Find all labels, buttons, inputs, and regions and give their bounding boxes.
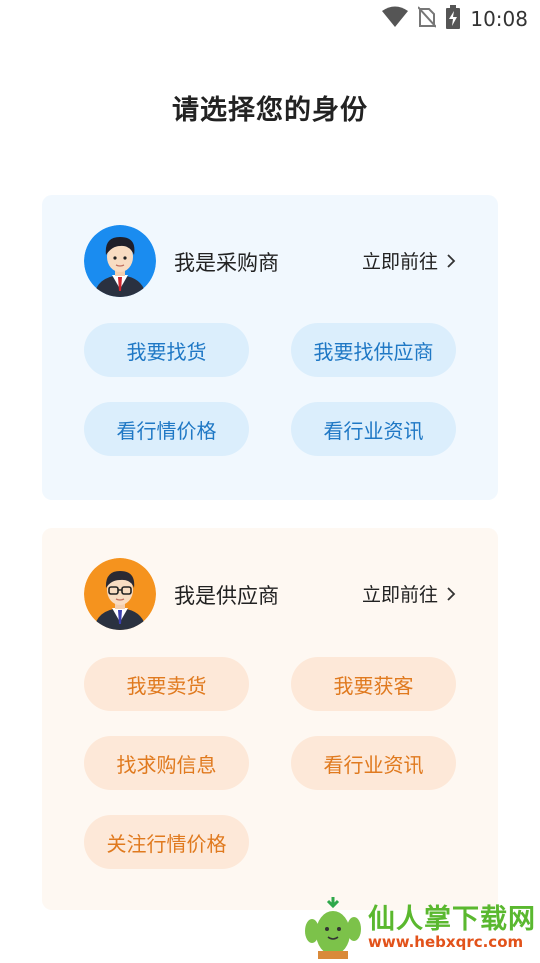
supplier-goto-label: 立即前往 xyxy=(361,584,438,606)
supplier-option-sell-goods[interactable]: 我要卖货 xyxy=(84,657,249,711)
cactus-logo-icon xyxy=(302,895,364,963)
buyer-avatar xyxy=(84,225,156,297)
buyer-option-find-supplier[interactable]: 我要找供应商 xyxy=(291,323,456,377)
status-bar: 10:08 xyxy=(0,0,540,38)
watermark-url: www.hebxqrc.com xyxy=(368,933,524,951)
supplier-goto-link[interactable]: 立即前往 xyxy=(362,580,456,607)
supplier-role-label: 我是供应商 xyxy=(174,584,279,608)
buyer-card[interactable]: 我是采购商 立即前往 我要找货 我要找供应商 看行情价格 看行业资讯 xyxy=(42,195,498,500)
buyer-goto-label: 立即前往 xyxy=(361,251,438,273)
page-title: 请选择您的身份 xyxy=(172,95,368,126)
chevron-right-icon xyxy=(447,253,456,268)
supplier-avatar xyxy=(84,558,156,630)
status-time: 10:08 xyxy=(470,7,528,31)
supplier-card[interactable]: 我是供应商 立即前往 我要卖货 我要获客 找求购信息 看行业资讯 关注行情价格 xyxy=(42,528,498,910)
buyer-goto-link[interactable]: 立即前往 xyxy=(362,247,456,274)
no-sim-icon xyxy=(417,6,438,32)
supplier-option-get-customers[interactable]: 我要获客 xyxy=(291,657,456,711)
supplier-option-find-purchase-info[interactable]: 找求购信息 xyxy=(84,736,249,790)
buyer-card-header[interactable]: 我是采购商 立即前往 xyxy=(84,225,456,299)
supplier-card-header[interactable]: 我是供应商 立即前往 xyxy=(84,558,456,632)
wifi-icon xyxy=(382,6,409,32)
battery-charging-icon xyxy=(446,5,461,33)
buyer-option-find-goods[interactable]: 我要找货 xyxy=(84,323,249,377)
watermark-name: 仙人掌下载网 xyxy=(368,904,536,935)
buyer-option-industry-news[interactable]: 看行业资讯 xyxy=(291,402,456,456)
buyer-role-label: 我是采购商 xyxy=(174,251,279,275)
supplier-option-industry-news[interactable]: 看行业资讯 xyxy=(291,736,456,790)
buyer-option-view-prices[interactable]: 看行情价格 xyxy=(84,402,249,456)
watermark: 仙人掌下载网 www.hebxqrc.com xyxy=(296,893,540,960)
chevron-right-icon xyxy=(447,586,456,601)
supplier-option-follow-prices[interactable]: 关注行情价格 xyxy=(84,815,249,869)
status-icons: 10:08 xyxy=(382,5,528,33)
